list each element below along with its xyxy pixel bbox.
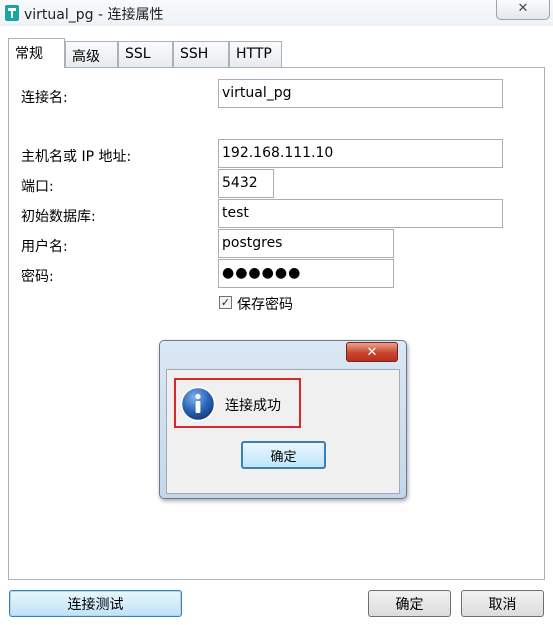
test-connection-button[interactable]: 连接测试 — [9, 590, 182, 617]
message-dialog: ✕ 连接成功 确定 — [159, 340, 407, 499]
port-input[interactable]: 5432 — [218, 169, 274, 198]
close-icon: ✕ — [366, 344, 378, 360]
ok-button[interactable]: 确定 — [368, 590, 451, 617]
info-icon — [180, 386, 216, 422]
message-highlight: 连接成功 — [174, 378, 301, 428]
window-title: virtual_pg - 连接属性 — [24, 7, 164, 23]
dialog-message: 连接成功 — [225, 398, 281, 414]
title-bar: virtual_pg - 连接属性 ✕ — [0, 0, 553, 26]
tab-advanced[interactable]: 高级 — [65, 41, 118, 67]
password-input[interactable]: ●●●●●● — [218, 259, 394, 288]
dialog-body: 连接成功 确定 — [166, 369, 400, 494]
connection-name-label: 连接名: — [21, 90, 68, 106]
cancel-button[interactable]: 取消 — [461, 590, 544, 617]
tab-http[interactable]: HTTP — [229, 41, 282, 67]
host-label: 主机名或 IP 地址: — [21, 149, 132, 165]
save-password-checkbox[interactable]: ✓ — [219, 296, 232, 309]
host-input[interactable]: 192.168.111.10 — [218, 139, 503, 168]
database-label: 初始数据库: — [21, 209, 96, 225]
tab-general[interactable]: 常规 — [8, 38, 65, 68]
window-close-button[interactable]: ✕ — [496, 0, 550, 20]
connection-name-input[interactable]: virtual_pg — [218, 79, 503, 108]
checkmark-icon: ✓ — [220, 296, 231, 309]
close-icon: ✕ — [517, 1, 529, 16]
username-label: 用户名: — [21, 239, 68, 255]
tab-ssl[interactable]: SSL — [118, 41, 173, 67]
app-icon — [5, 5, 19, 21]
dialog-close-button[interactable]: ✕ — [346, 342, 398, 362]
password-label: 密码: — [21, 269, 54, 285]
dialog-ok-button[interactable]: 确定 — [241, 441, 326, 469]
save-password-label: 保存密码 — [237, 297, 293, 313]
tab-ssh[interactable]: SSH — [173, 41, 229, 67]
port-label: 端口: — [21, 179, 54, 195]
database-input[interactable]: test — [218, 199, 503, 228]
username-input[interactable]: postgres — [218, 229, 394, 258]
